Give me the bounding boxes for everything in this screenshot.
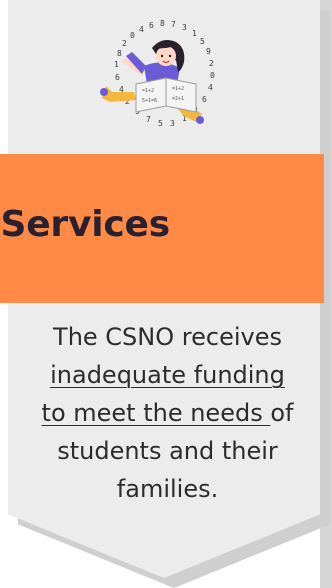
svg-text:1: 1 xyxy=(114,60,119,69)
student-illustration: 2 0 4 6 8 7 3 1 5 9 2 0 4 6 8 1 3 xyxy=(92,18,232,136)
svg-text:1: 1 xyxy=(192,29,197,38)
svg-text:6: 6 xyxy=(115,73,120,82)
svg-text:8: 8 xyxy=(160,19,165,28)
svg-text:3: 3 xyxy=(182,23,187,32)
svg-text:4: 4 xyxy=(208,83,213,92)
svg-text:5: 5 xyxy=(158,119,163,128)
svg-text:0: 0 xyxy=(210,71,215,80)
card-description: The CSNO receives inadequate funding to … xyxy=(40,318,295,508)
slide: 2 0 4 6 8 7 3 1 5 9 2 0 4 6 8 1 3 xyxy=(0,0,332,588)
svg-text:=2+1: =2+1 xyxy=(172,96,184,102)
svg-text:9: 9 xyxy=(206,47,211,56)
svg-text:5+1=6: 5+1=6 xyxy=(142,98,157,104)
svg-text:8: 8 xyxy=(117,49,122,58)
svg-text:7: 7 xyxy=(146,115,151,124)
svg-text:4: 4 xyxy=(139,25,144,34)
svg-text:=1+2: =1+2 xyxy=(142,88,154,94)
svg-text:0: 0 xyxy=(130,31,135,40)
svg-text:6: 6 xyxy=(149,21,154,30)
svg-text:=1+2: =1+2 xyxy=(172,86,184,92)
section-header-band: l Services xyxy=(0,154,324,303)
svg-text:6: 6 xyxy=(202,95,207,104)
description-lead: The CSNO receives xyxy=(53,323,282,351)
svg-text:2: 2 xyxy=(209,59,214,68)
section-title: l Services xyxy=(0,204,170,245)
svg-text:3: 3 xyxy=(170,119,175,128)
svg-text:5: 5 xyxy=(200,37,205,46)
svg-text:2: 2 xyxy=(122,39,127,48)
description-underlined: inadequate funding to meet the needs xyxy=(41,361,285,427)
student-with-numbers-icon: 2 0 4 6 8 7 3 1 5 9 2 0 4 6 8 1 3 xyxy=(100,19,215,128)
svg-text:7: 7 xyxy=(171,20,176,29)
